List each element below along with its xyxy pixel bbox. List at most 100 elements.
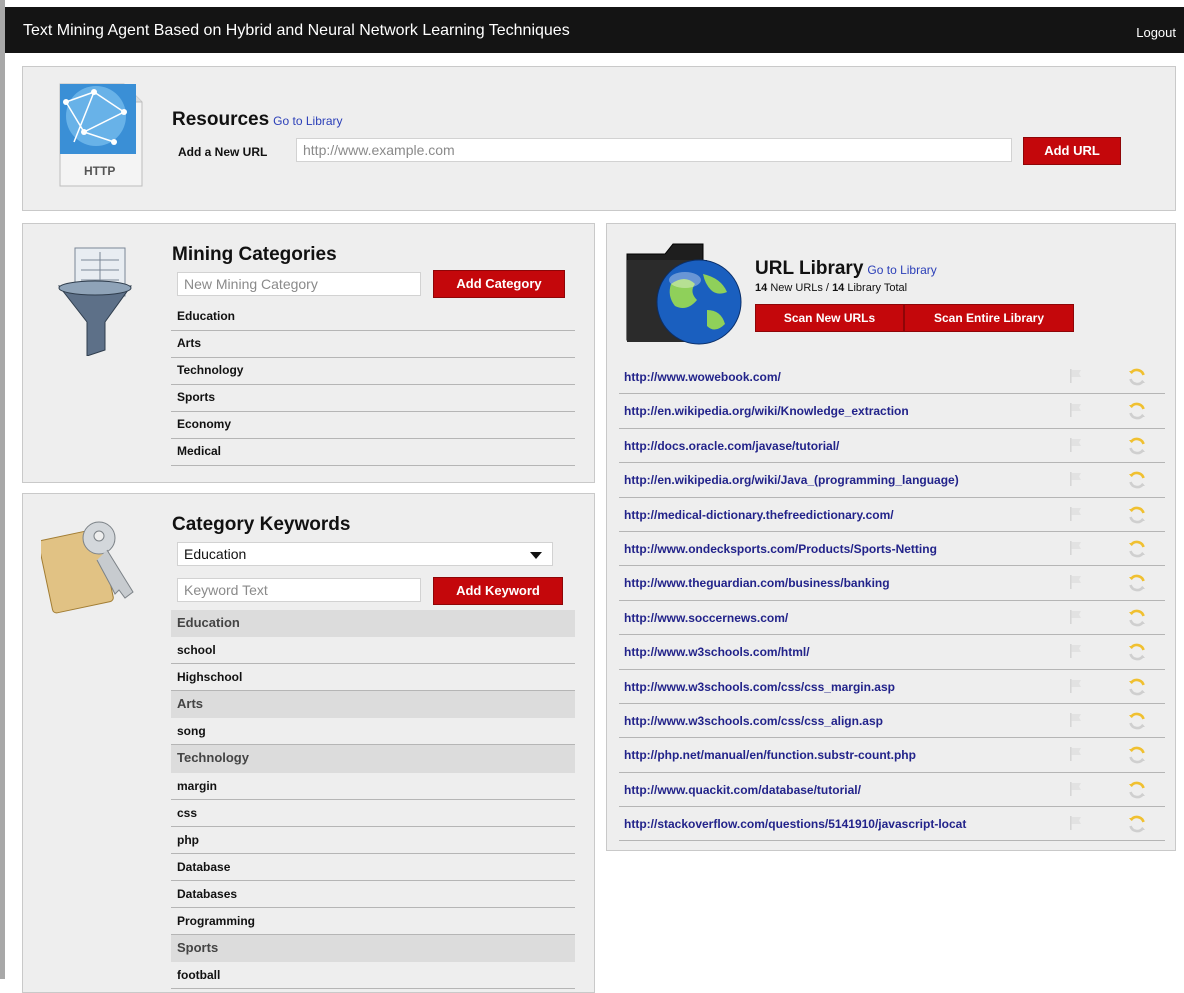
scan-new-urls-button[interactable]: Scan New URLs (755, 304, 904, 332)
keyword-item[interactable]: css (171, 800, 575, 827)
url-link[interactable]: http://www.quackit.com/database/tutorial… (624, 783, 861, 797)
url-link[interactable]: http://www.soccernews.com/ (624, 611, 788, 625)
flag-icon[interactable] (1068, 815, 1084, 831)
url-row: http://medical-dictionary.thefreediction… (619, 498, 1165, 532)
refresh-icon[interactable] (1127, 367, 1147, 387)
category-item[interactable]: Arts (171, 331, 575, 358)
keyword-input[interactable] (177, 578, 421, 602)
scan-entire-library-button[interactable]: Scan Entire Library (904, 304, 1074, 332)
flag-icon[interactable] (1068, 574, 1084, 590)
refresh-icon[interactable] (1127, 608, 1147, 628)
keyword-group-header: Sports (171, 935, 575, 963)
keyword-item[interactable]: Programming (171, 908, 575, 936)
url-input[interactable] (296, 138, 1012, 162)
url-link[interactable]: http://en.wikipedia.org/wiki/Java_(progr… (624, 473, 959, 487)
refresh-icon[interactable] (1127, 780, 1147, 800)
add-url-button[interactable]: Add URL (1023, 137, 1121, 165)
refresh-icon[interactable] (1127, 470, 1147, 490)
url-list: http://www.wowebook.com/http://en.wikipe… (619, 360, 1165, 842)
url-link[interactable]: http://medical-dictionary.thefreediction… (624, 508, 894, 522)
library-go-to-library-link[interactable]: Go to Library (867, 263, 936, 277)
resources-go-to-library-link[interactable]: Go to Library (273, 114, 342, 128)
keyword-item[interactable]: Database (171, 854, 575, 881)
keyword-item[interactable]: Highschool (171, 664, 575, 692)
url-link[interactable]: http://www.w3schools.com/css/css_margin.… (624, 680, 895, 694)
url-row: http://www.w3schools.com/html/ (619, 635, 1165, 670)
flag-icon[interactable] (1068, 609, 1084, 625)
flag-icon[interactable] (1068, 746, 1084, 762)
url-link[interactable]: http://php.net/manual/en/function.substr… (624, 748, 916, 762)
url-row: http://en.wikipedia.org/wiki/Knowledge_e… (619, 394, 1165, 429)
mining-categories-title: Mining Categories (172, 244, 337, 265)
category-keywords-title: Category Keywords (172, 514, 351, 535)
app-header: Text Mining Agent Based on Hybrid and Ne… (5, 7, 1184, 53)
url-row: http://en.wikipedia.org/wiki/Java_(progr… (619, 463, 1165, 498)
url-row: http://www.w3schools.com/css/css_margin.… (619, 670, 1165, 704)
logout-link[interactable]: Logout (1136, 25, 1176, 40)
flag-icon[interactable] (1068, 506, 1084, 522)
url-row: http://www.quackit.com/database/tutorial… (619, 773, 1165, 808)
category-item[interactable]: Medical (171, 439, 575, 466)
key-icon (38, 514, 141, 614)
keyword-group-header: Technology (171, 745, 575, 773)
url-link[interactable]: http://www.w3schools.com/css/css_align.a… (624, 714, 883, 728)
refresh-icon[interactable] (1127, 436, 1147, 456)
funnel-icon (55, 246, 135, 357)
category-list: Education Arts Technology Sports Economy Medi… (171, 304, 575, 466)
refresh-icon[interactable] (1127, 505, 1147, 525)
category-keywords-panel: Category Keywords Education Add Keyword … (22, 493, 595, 993)
url-row: http://www.wowebook.com/ (619, 360, 1165, 395)
url-row: http://www.theguardian.com/business/bank… (619, 566, 1165, 601)
flag-icon[interactable] (1068, 781, 1084, 797)
category-item[interactable]: Economy (171, 412, 575, 439)
refresh-icon[interactable] (1127, 539, 1147, 559)
category-select[interactable]: Education (177, 542, 553, 566)
resources-title: Resources Go to Library (172, 109, 343, 131)
category-item[interactable]: Technology (171, 358, 575, 385)
flag-icon[interactable] (1068, 643, 1084, 659)
keyword-item[interactable]: school (171, 637, 575, 665)
url-link[interactable]: http://www.ondecksports.com/Products/Spo… (624, 542, 937, 556)
flag-icon[interactable] (1068, 540, 1084, 556)
left-edge-bar (0, 0, 5, 979)
keyword-item[interactable]: song (171, 718, 575, 746)
keyword-item[interactable]: margin (171, 773, 575, 800)
add-keyword-button[interactable]: Add Keyword (433, 577, 563, 605)
flag-icon[interactable] (1068, 712, 1084, 728)
library-total-label: Library Total (847, 282, 908, 294)
refresh-icon[interactable] (1127, 401, 1147, 421)
url-row: http://www.soccernews.com/ (619, 601, 1165, 636)
app-title: Text Mining Agent Based on Hybrid and Ne… (23, 22, 570, 39)
category-item[interactable]: Education (171, 304, 575, 331)
flag-icon[interactable] (1068, 471, 1084, 487)
category-item[interactable]: Sports (171, 385, 575, 412)
flag-icon[interactable] (1068, 437, 1084, 453)
url-link[interactable]: http://www.w3schools.com/html/ (624, 645, 810, 659)
flag-icon[interactable] (1068, 368, 1084, 384)
http-label: HTTP (84, 164, 116, 178)
refresh-icon[interactable] (1127, 711, 1147, 731)
flag-icon[interactable] (1068, 402, 1084, 418)
new-category-input[interactable] (177, 272, 421, 296)
refresh-icon[interactable] (1127, 642, 1147, 662)
refresh-icon[interactable] (1127, 814, 1147, 834)
keyword-item[interactable]: football (171, 962, 575, 990)
refresh-icon[interactable] (1127, 677, 1147, 697)
new-url-label: New URLs / (770, 282, 829, 294)
url-link[interactable]: http://en.wikipedia.org/wiki/Knowledge_e… (624, 404, 909, 418)
keyword-item[interactable]: Databases (171, 881, 575, 909)
http-document-icon: HTTP (54, 82, 144, 188)
category-select-value: Education (184, 546, 247, 562)
flag-icon[interactable] (1068, 678, 1084, 694)
url-row: http://php.net/manual/en/function.substr… (619, 738, 1165, 773)
url-link[interactable]: http://www.wowebook.com/ (624, 370, 781, 384)
url-link[interactable]: http://www.theguardian.com/business/bank… (624, 576, 890, 590)
new-url-count: 14 (755, 282, 768, 294)
url-link[interactable]: http://stackoverflow.com/questions/51419… (624, 817, 966, 831)
refresh-icon[interactable] (1127, 745, 1147, 765)
refresh-icon[interactable] (1127, 573, 1147, 593)
url-link[interactable]: http://docs.oracle.com/javase/tutorial/ (624, 439, 839, 453)
keyword-item[interactable]: php (171, 827, 575, 854)
resources-heading: Resources (172, 109, 270, 130)
add-category-button[interactable]: Add Category (433, 270, 565, 298)
